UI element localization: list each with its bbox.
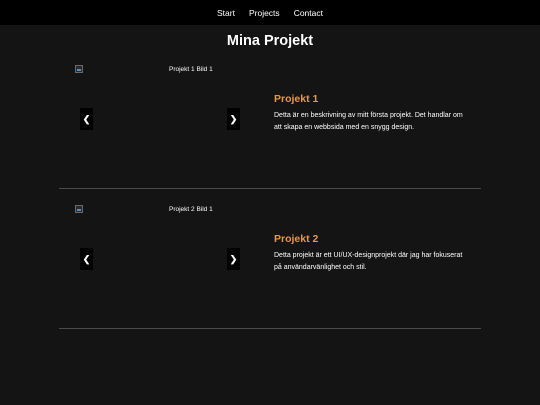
project-title: Projekt 1: [274, 93, 319, 105]
project-info: Projekt 2 Detta projekt är ett UI/UX-des…: [274, 233, 464, 273]
section-divider: [59, 328, 481, 329]
broken-image-icon: [75, 205, 83, 213]
top-navbar: Start Projects Contact: [0, 0, 540, 25]
slider-next-button[interactable]: ❯: [227, 248, 240, 270]
image-slider: Projekt 2 Bild 1 ❮ ❯: [75, 204, 241, 314]
image-alt-text: Projekt 2 Bild 1: [169, 206, 213, 213]
project-title: Projekt 2: [274, 233, 319, 245]
slider-next-button[interactable]: ❯: [227, 108, 240, 130]
section-divider: [59, 188, 481, 189]
project-card-2: Projekt 2 Bild 1 ❮ ❯ Projekt 2 Detta pro…: [59, 204, 481, 329]
slider-prev-button[interactable]: ❮: [80, 108, 93, 130]
project-description: Detta projekt är ett UI/UX-designprojekt…: [274, 252, 463, 271]
project-card-1: Projekt 1 Bild 1 ❮ ❯ Projekt 1 Detta är …: [59, 64, 481, 189]
nav-link-contact[interactable]: Contact: [294, 8, 323, 18]
broken-image-icon: [75, 65, 83, 73]
image-alt-text: Projekt 1 Bild 1: [169, 66, 213, 73]
project-description: Detta är en beskrivning av mitt första p…: [274, 112, 463, 131]
project-info: Projekt 1 Detta är en beskrivning av mit…: [274, 93, 464, 133]
image-slider: Projekt 1 Bild 1 ❮ ❯: [75, 64, 241, 174]
slider-prev-button[interactable]: ❮: [80, 248, 93, 270]
nav-link-start[interactable]: Start: [217, 8, 235, 18]
nav-link-projects[interactable]: Projects: [249, 8, 280, 18]
page-title: Mina Projekt: [226, 33, 314, 49]
